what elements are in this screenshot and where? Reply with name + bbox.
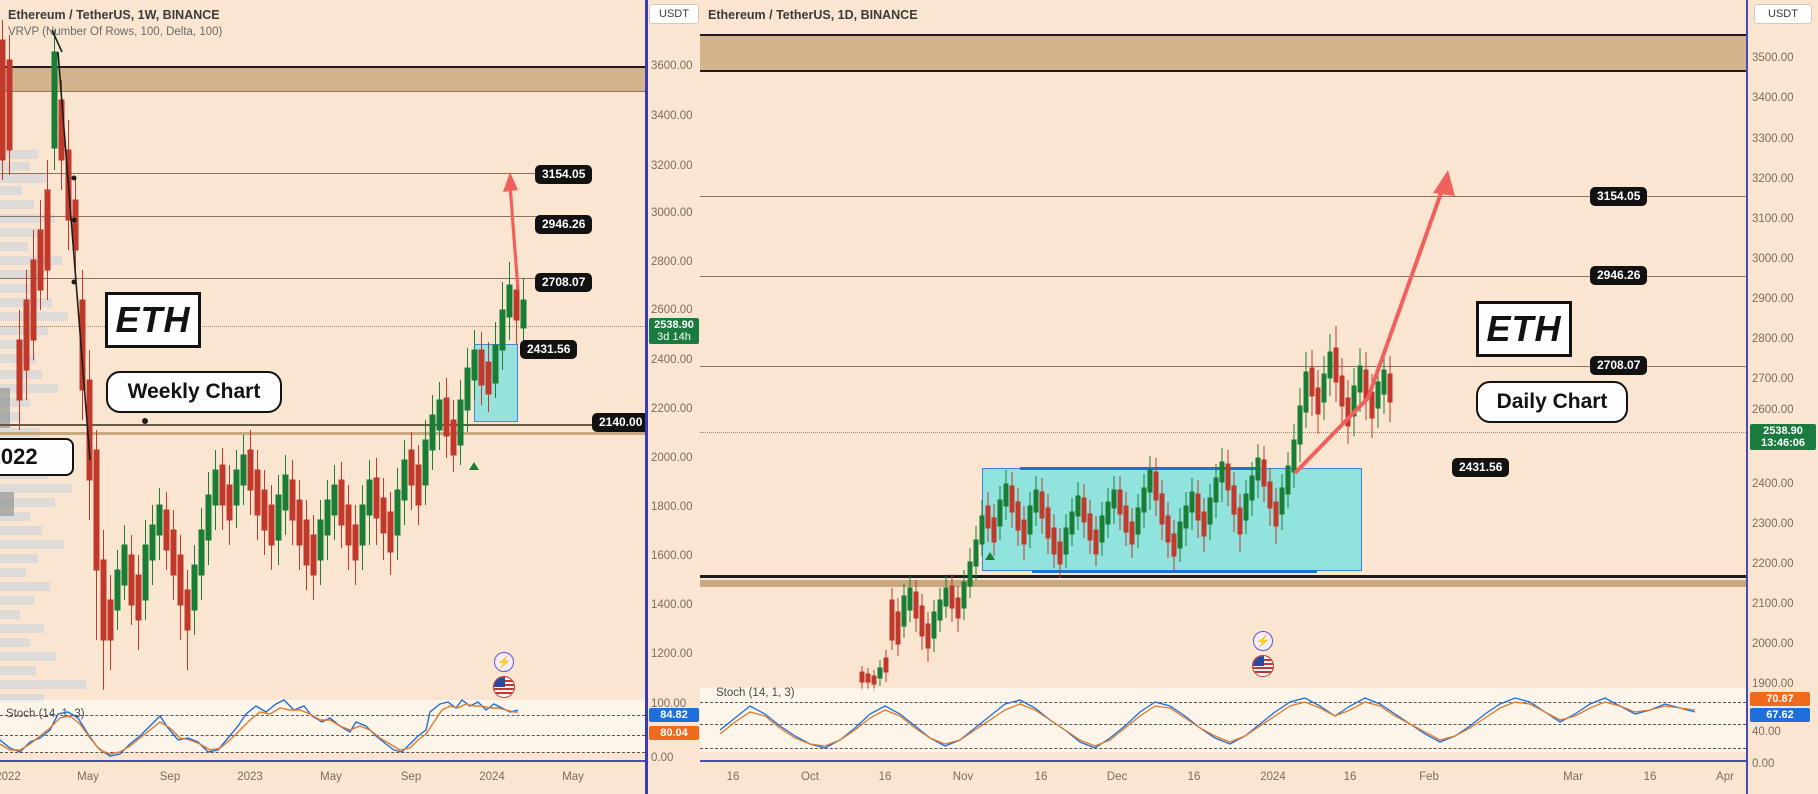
weekly-tick-2400: 2400.00 [651,354,693,366]
daily-tick-2400: 2400.00 [1752,478,1794,490]
daily-tick-2100: 2100.00 [1752,598,1794,610]
weekly-countdown: 3d 14h [657,331,691,343]
weekly-last-price-badge[interactable]: 2538.90 3d 14h [649,318,699,344]
daily-tick-3400: 3400.00 [1752,92,1794,104]
weekly-time-axis[interactable]: 2022 May Sep 2023 May Sep 2024 May [0,760,645,794]
daily-last-price-value: 2538.90 [1763,425,1803,437]
daily-time-tick-5: Dec [1106,771,1128,783]
weekly-tick-3400: 3400.00 [651,110,693,122]
weekly-stoch-d-badge[interactable]: 80.04 [649,726,699,740]
daily-time-tick-12: Apr [1716,771,1734,783]
weekly-time-tick-7: May [562,771,584,783]
daily-tick-2300: 2300.00 [1752,518,1794,530]
daily-stoch-d-badge[interactable]: 70.87 [1750,692,1810,706]
weekly-stoch-k-badge[interactable]: 84.82 [649,708,699,722]
weekly-price-axis[interactable]: USDT 3600.00 3400.00 3200.00 3000.00 280… [645,0,700,794]
daily-time-tick-4: 16 [1034,771,1048,783]
weekly-axis-currency[interactable]: USDT [649,4,699,24]
weekly-tick-2000: 2000.00 [651,452,693,464]
weekly-chart-panel[interactable]: Ethereum / TetherUS, 1W, BINANCE VRVP (N… [0,0,645,794]
panel-divider [645,0,648,794]
weekly-time-tick-3: 2023 [237,771,263,783]
weekly-tick-1800: 1800.00 [651,501,693,513]
daily-price-axis[interactable]: USDT 3500.00 3400.00 3300.00 3200.00 310… [1746,0,1818,794]
weekly-tick-0: 0.00 [651,752,674,764]
daily-stoch-k-badge[interactable]: 67.62 [1750,708,1810,722]
daily-time-tick-10: Mar [1563,771,1583,783]
daily-axis-currency[interactable]: USDT [1754,4,1812,24]
daily-tick-2000: 2000.00 [1752,638,1794,650]
weekly-time-tick-0: 2022 [0,771,21,783]
daily-tick-2800: 2800.00 [1752,333,1794,345]
weekly-tick-1200: 1200.00 [651,648,693,660]
daily-tick-2600: 2600.00 [1752,404,1794,416]
daily-time-tick-11: 16 [1643,771,1657,783]
daily-tick-1900: 1900.00 [1752,678,1794,690]
daily-time-tick-6: 16 [1187,771,1201,783]
weekly-tick-3000: 3000.00 [651,207,693,219]
weekly-tick-2800: 2800.00 [651,256,693,268]
daily-tick-3300: 3300.00 [1752,133,1794,145]
daily-time-tick-3: Nov [952,771,974,783]
daily-time-tick-7: 2024 [1260,771,1286,783]
trading-chart-screenshot: Ethereum / TetherUS, 1W, BINANCE VRVP (N… [0,0,1818,794]
daily-tick-0: 0.00 [1752,758,1775,770]
daily-countdown: 13:46:06 [1760,437,1806,449]
weekly-last-price-value: 2538.90 [654,319,694,331]
weekly-tick-2600: 2600.00 [651,304,693,316]
daily-time-tick-9: Feb [1419,771,1439,783]
weekly-tick-3600: 3600.00 [651,60,693,72]
weekly-tick-1400: 1400.00 [651,599,693,611]
daily-chart-panel[interactable]: Ethereum / TetherUS, 1D, BINANCE 3154.05… [700,0,1746,794]
daily-tick-3200: 3200.00 [1752,173,1794,185]
daily-time-tick-1: Oct [801,771,819,783]
weekly-stoch-lines [0,699,519,757]
daily-tick-2900: 2900.00 [1752,293,1794,305]
daily-tick-3500: 3500.00 [1752,52,1794,64]
daily-time-tick-0: 16 [726,771,740,783]
daily-tick-2700: 2700.00 [1752,373,1794,385]
daily-tick-3100: 3100.00 [1752,213,1794,225]
weekly-time-tick-2: Sep [159,771,181,783]
daily-last-price-badge[interactable]: 2538.90 13:46:06 [1750,424,1816,450]
weekly-time-tick-6: 2024 [479,771,505,783]
weekly-time-tick-5: Sep [400,771,422,783]
daily-stoch-lines [719,697,1696,749]
weekly-tick-2200: 2200.00 [651,403,693,415]
daily-time-axis[interactable]: 16 Oct 16 Nov 16 Dec 16 2024 16 Feb Mar … [700,760,1746,794]
weekly-tick-1600: 1600.00 [651,550,693,562]
daily-tick-3000: 3000.00 [1752,253,1794,265]
weekly-tick-3200: 3200.00 [651,160,693,172]
weekly-time-tick-1: May [77,771,99,783]
weekly-time-tick-4: May [320,771,342,783]
daily-tick-40: 40.00 [1752,726,1781,738]
daily-time-tick-2: 16 [878,771,892,783]
daily-tick-2200: 2200.00 [1752,558,1794,570]
daily-time-tick-8: 16 [1343,771,1357,783]
